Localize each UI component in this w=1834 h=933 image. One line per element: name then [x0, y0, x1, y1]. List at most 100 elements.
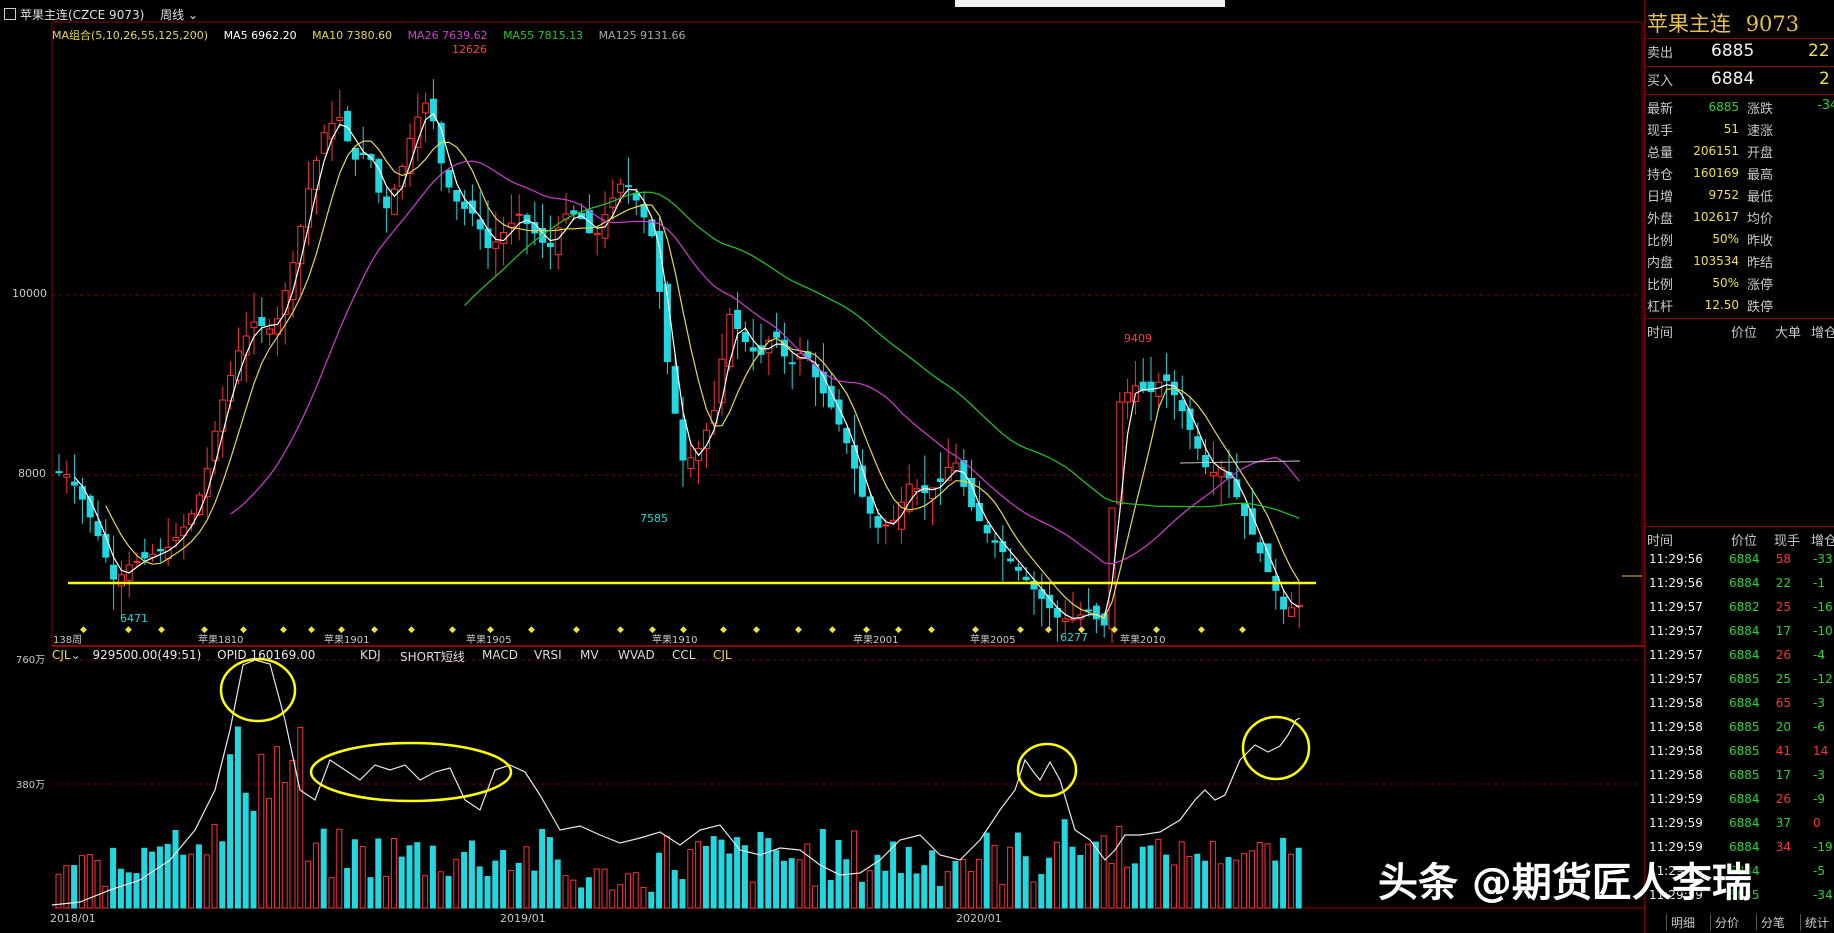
event-marker-icon: ◆: [617, 625, 624, 635]
stat-row: 外盘 102617 均价: [1645, 208, 1834, 230]
volume-bar: [1225, 857, 1232, 909]
candle-down: [741, 332, 749, 343]
tick-volume: 65: [1775, 696, 1791, 710]
tick-oi-change: -3: [1813, 768, 1825, 782]
stat-value: 102617: [1693, 210, 1739, 224]
tick-volume: 41: [1775, 744, 1791, 758]
stat-value: 206151: [1693, 144, 1739, 158]
window-box-icon[interactable]: [4, 8, 16, 20]
tab-wvad[interactable]: WVAD: [618, 648, 655, 662]
tab-short[interactable]: SHORT短线: [400, 648, 465, 665]
volume-bar: [156, 846, 163, 909]
volume-bar: [1194, 853, 1201, 909]
volume-bar: [991, 844, 998, 909]
stat-row: 杠杆 12.50 跌停: [1645, 296, 1834, 318]
volume-bar: [406, 845, 413, 909]
tick-row: 11:29:57 6885 25 -12: [1645, 672, 1834, 696]
volume-bar: [429, 845, 436, 909]
candle-down: [110, 564, 118, 580]
volume-bar: [710, 836, 717, 909]
volume-bar: [812, 885, 819, 909]
tab-stats[interactable]: 统计: [1800, 914, 1833, 931]
tick-row: 11:29:58 6884 65 -3: [1645, 696, 1834, 720]
candle-down: [1092, 605, 1100, 620]
tab-kdj[interactable]: KDJ: [360, 648, 381, 662]
candle-down: [960, 460, 968, 487]
tick-row: 11:29:56 6884 58 -33: [1645, 552, 1834, 576]
volume-bar: [273, 746, 280, 909]
volume-bar: [983, 832, 990, 909]
candle-down: [1163, 374, 1171, 382]
volume-bar: [1061, 819, 1068, 909]
candle-down: [1233, 479, 1241, 498]
candle-down: [624, 185, 632, 188]
volume-bar: [632, 872, 639, 909]
tick-price: 6885: [1729, 720, 1760, 734]
ma125-line: [1179, 460, 1301, 464]
volume-bar: [1085, 843, 1092, 909]
candle-up: [593, 232, 601, 236]
volume-bar: [55, 873, 62, 909]
volume-bar: [390, 838, 397, 909]
kline-chart[interactable]: ◆ ◆ ◆ ◆ ◆ ◆ ◆ ◆ ◆ ◆ ◆ ◆ ◆ ◆ ◆ ◆ ◆ ◆ ◆ ◆ ◆ ◆ ◆ ◆ ◆ ◆ ◆ ◆ ◆ ◆ ◆ ◆: [0, 0, 1644, 933]
volume-bar: [726, 853, 733, 909]
tick-price: 6884: [1729, 576, 1760, 590]
stat-label: 总量: [1647, 146, 1674, 161]
tab-macd[interactable]: MACD: [482, 648, 518, 662]
contract-label-2001: 苹果2001: [853, 635, 899, 646]
candle-up: [882, 524, 890, 527]
period-selector[interactable]: 周线 ⌄: [160, 8, 198, 22]
volume-bar: [336, 828, 343, 909]
tab-cjl[interactable]: CJL: [713, 648, 732, 662]
stat-row: 比例 50% 涨停: [1645, 274, 1834, 296]
candle-down: [546, 242, 554, 248]
stat-label-2: 最高: [1747, 168, 1774, 183]
tab-mv[interactable]: MV: [580, 648, 599, 662]
volume-bar: [1264, 843, 1271, 909]
tick-price: 6884: [1729, 552, 1760, 566]
candle-down: [1178, 400, 1186, 412]
stat-label: 日增: [1647, 190, 1674, 205]
event-marker-icon: ◆: [308, 625, 315, 635]
volume-bar: [897, 873, 904, 909]
tab-price-split[interactable]: 分价: [1710, 914, 1743, 931]
tab-ccl[interactable]: CCL: [672, 648, 695, 662]
panel-tabs: 明细 分价 分笔 统计: [1644, 912, 1834, 933]
event-marker-icon: ◆: [753, 625, 760, 635]
volume-bar: [757, 832, 764, 909]
ma10-line: [105, 140, 1300, 619]
big-order-header: 时间 价位 大单 增仓: [1647, 326, 1834, 341]
volume-bar: [648, 891, 655, 909]
ma5-line: [74, 112, 1300, 620]
volume-bar: [383, 875, 390, 909]
stat-label: 现手: [1647, 124, 1674, 139]
dropdown-chevron-icon: ⌄: [70, 648, 81, 662]
tick-price: 6885: [1729, 768, 1760, 782]
stat-label-2: 最低: [1747, 190, 1774, 205]
volume-bar: [1147, 845, 1154, 909]
tick-time: 11:29:58: [1649, 768, 1703, 782]
candle-up: [609, 197, 617, 208]
sell-row[interactable]: 卖出 6885 22: [1645, 41, 1834, 64]
stat-value-2: -34: [1817, 98, 1834, 113]
event-marker-icon: ◆: [795, 625, 802, 635]
volume-bar: [117, 868, 124, 909]
tick-row: 11:29:57 6882 25 -16: [1645, 600, 1834, 624]
volume-bar: [827, 880, 834, 909]
buy-row[interactable]: 买入 6884 2: [1645, 69, 1834, 92]
volume-bar: [624, 873, 631, 909]
tick-row: 11:29:59 6884 37 0: [1645, 816, 1834, 840]
contract-label-2010: 苹果2010: [1120, 635, 1166, 646]
candle-down: [874, 516, 882, 528]
tab-vrsi[interactable]: VRSI: [534, 648, 562, 662]
candle-up: [952, 462, 960, 472]
stat-label: 最新: [1647, 102, 1674, 117]
tab-detail[interactable]: 明细: [1666, 914, 1699, 931]
annot-low-6277: 6277: [1060, 631, 1088, 644]
tab-ticks[interactable]: 分笔: [1756, 914, 1789, 931]
stat-value: 103534: [1693, 254, 1739, 268]
volume-bar: [1077, 855, 1084, 909]
volume-bar: [250, 810, 257, 909]
toolbar-strip[interactable]: [955, 0, 1225, 7]
title-bar: 苹果主连(CZCE 9073) 周线 ⌄: [4, 6, 198, 23]
